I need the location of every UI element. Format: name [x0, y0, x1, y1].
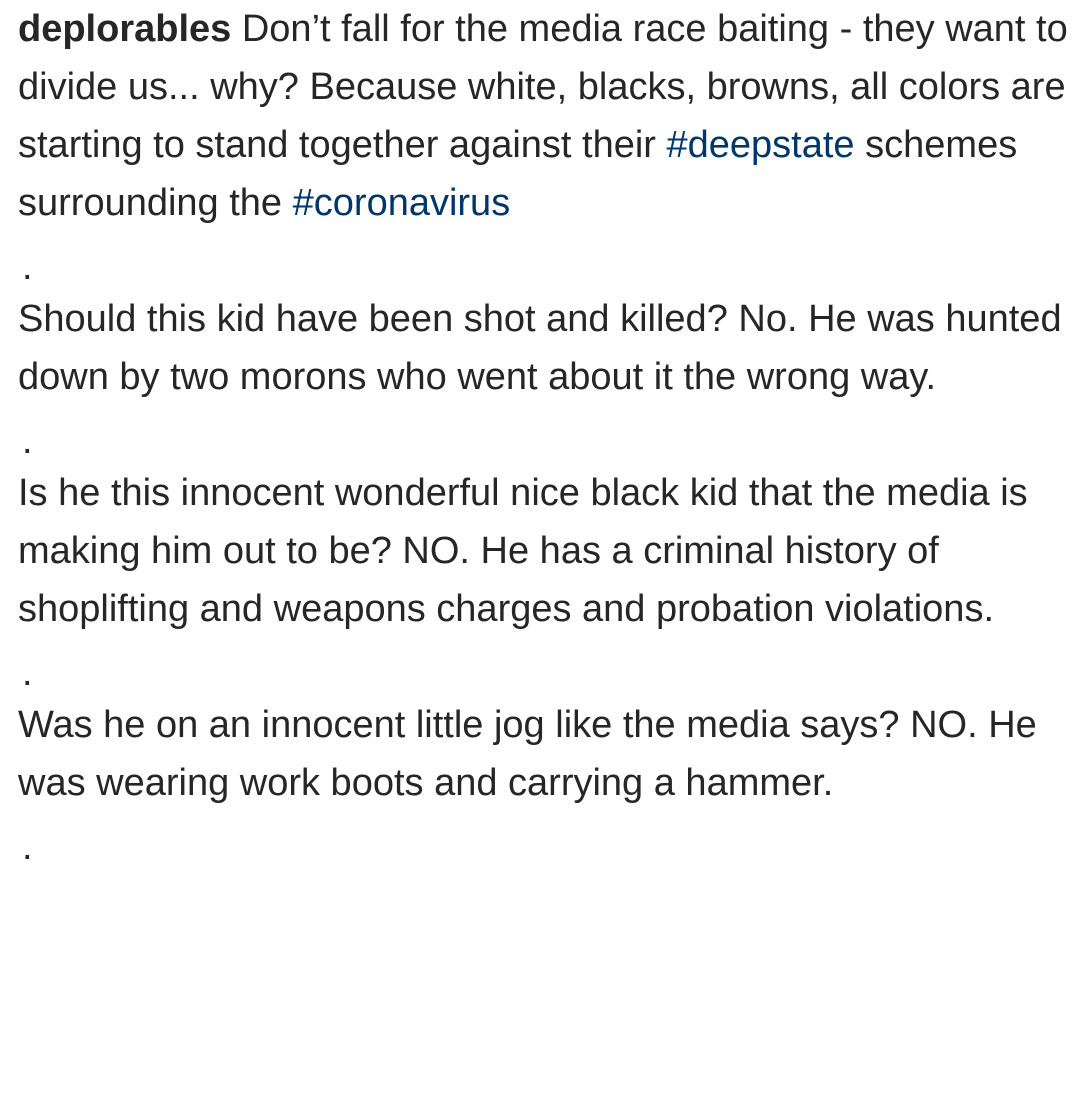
caption-paragraph-2: Should this kid have been shot and kille…	[18, 298, 1062, 398]
username-link[interactable]: deplorables	[18, 8, 231, 50]
caption-paragraph-1: deplorables Don’t fall for the media rac…	[18, 0, 1068, 232]
caption-paragraph-4: Was he on an innocent little jog like th…	[18, 704, 1037, 804]
caption-paragraph-3: Is he this innocent wonderful nice black…	[18, 472, 1028, 630]
separator-dot-3: .	[22, 652, 33, 694]
hashtag-deepstate-link[interactable]: #deepstate	[667, 124, 855, 166]
separator-dot-1: .	[22, 246, 33, 288]
separator-dot-2: .	[22, 420, 33, 462]
hashtag-coronavirus-link[interactable]: #coronavirus	[293, 182, 511, 224]
post-caption: deplorables Don’t fall for the media rac…	[18, 0, 1068, 870]
separator-dot-4: .	[22, 826, 33, 868]
